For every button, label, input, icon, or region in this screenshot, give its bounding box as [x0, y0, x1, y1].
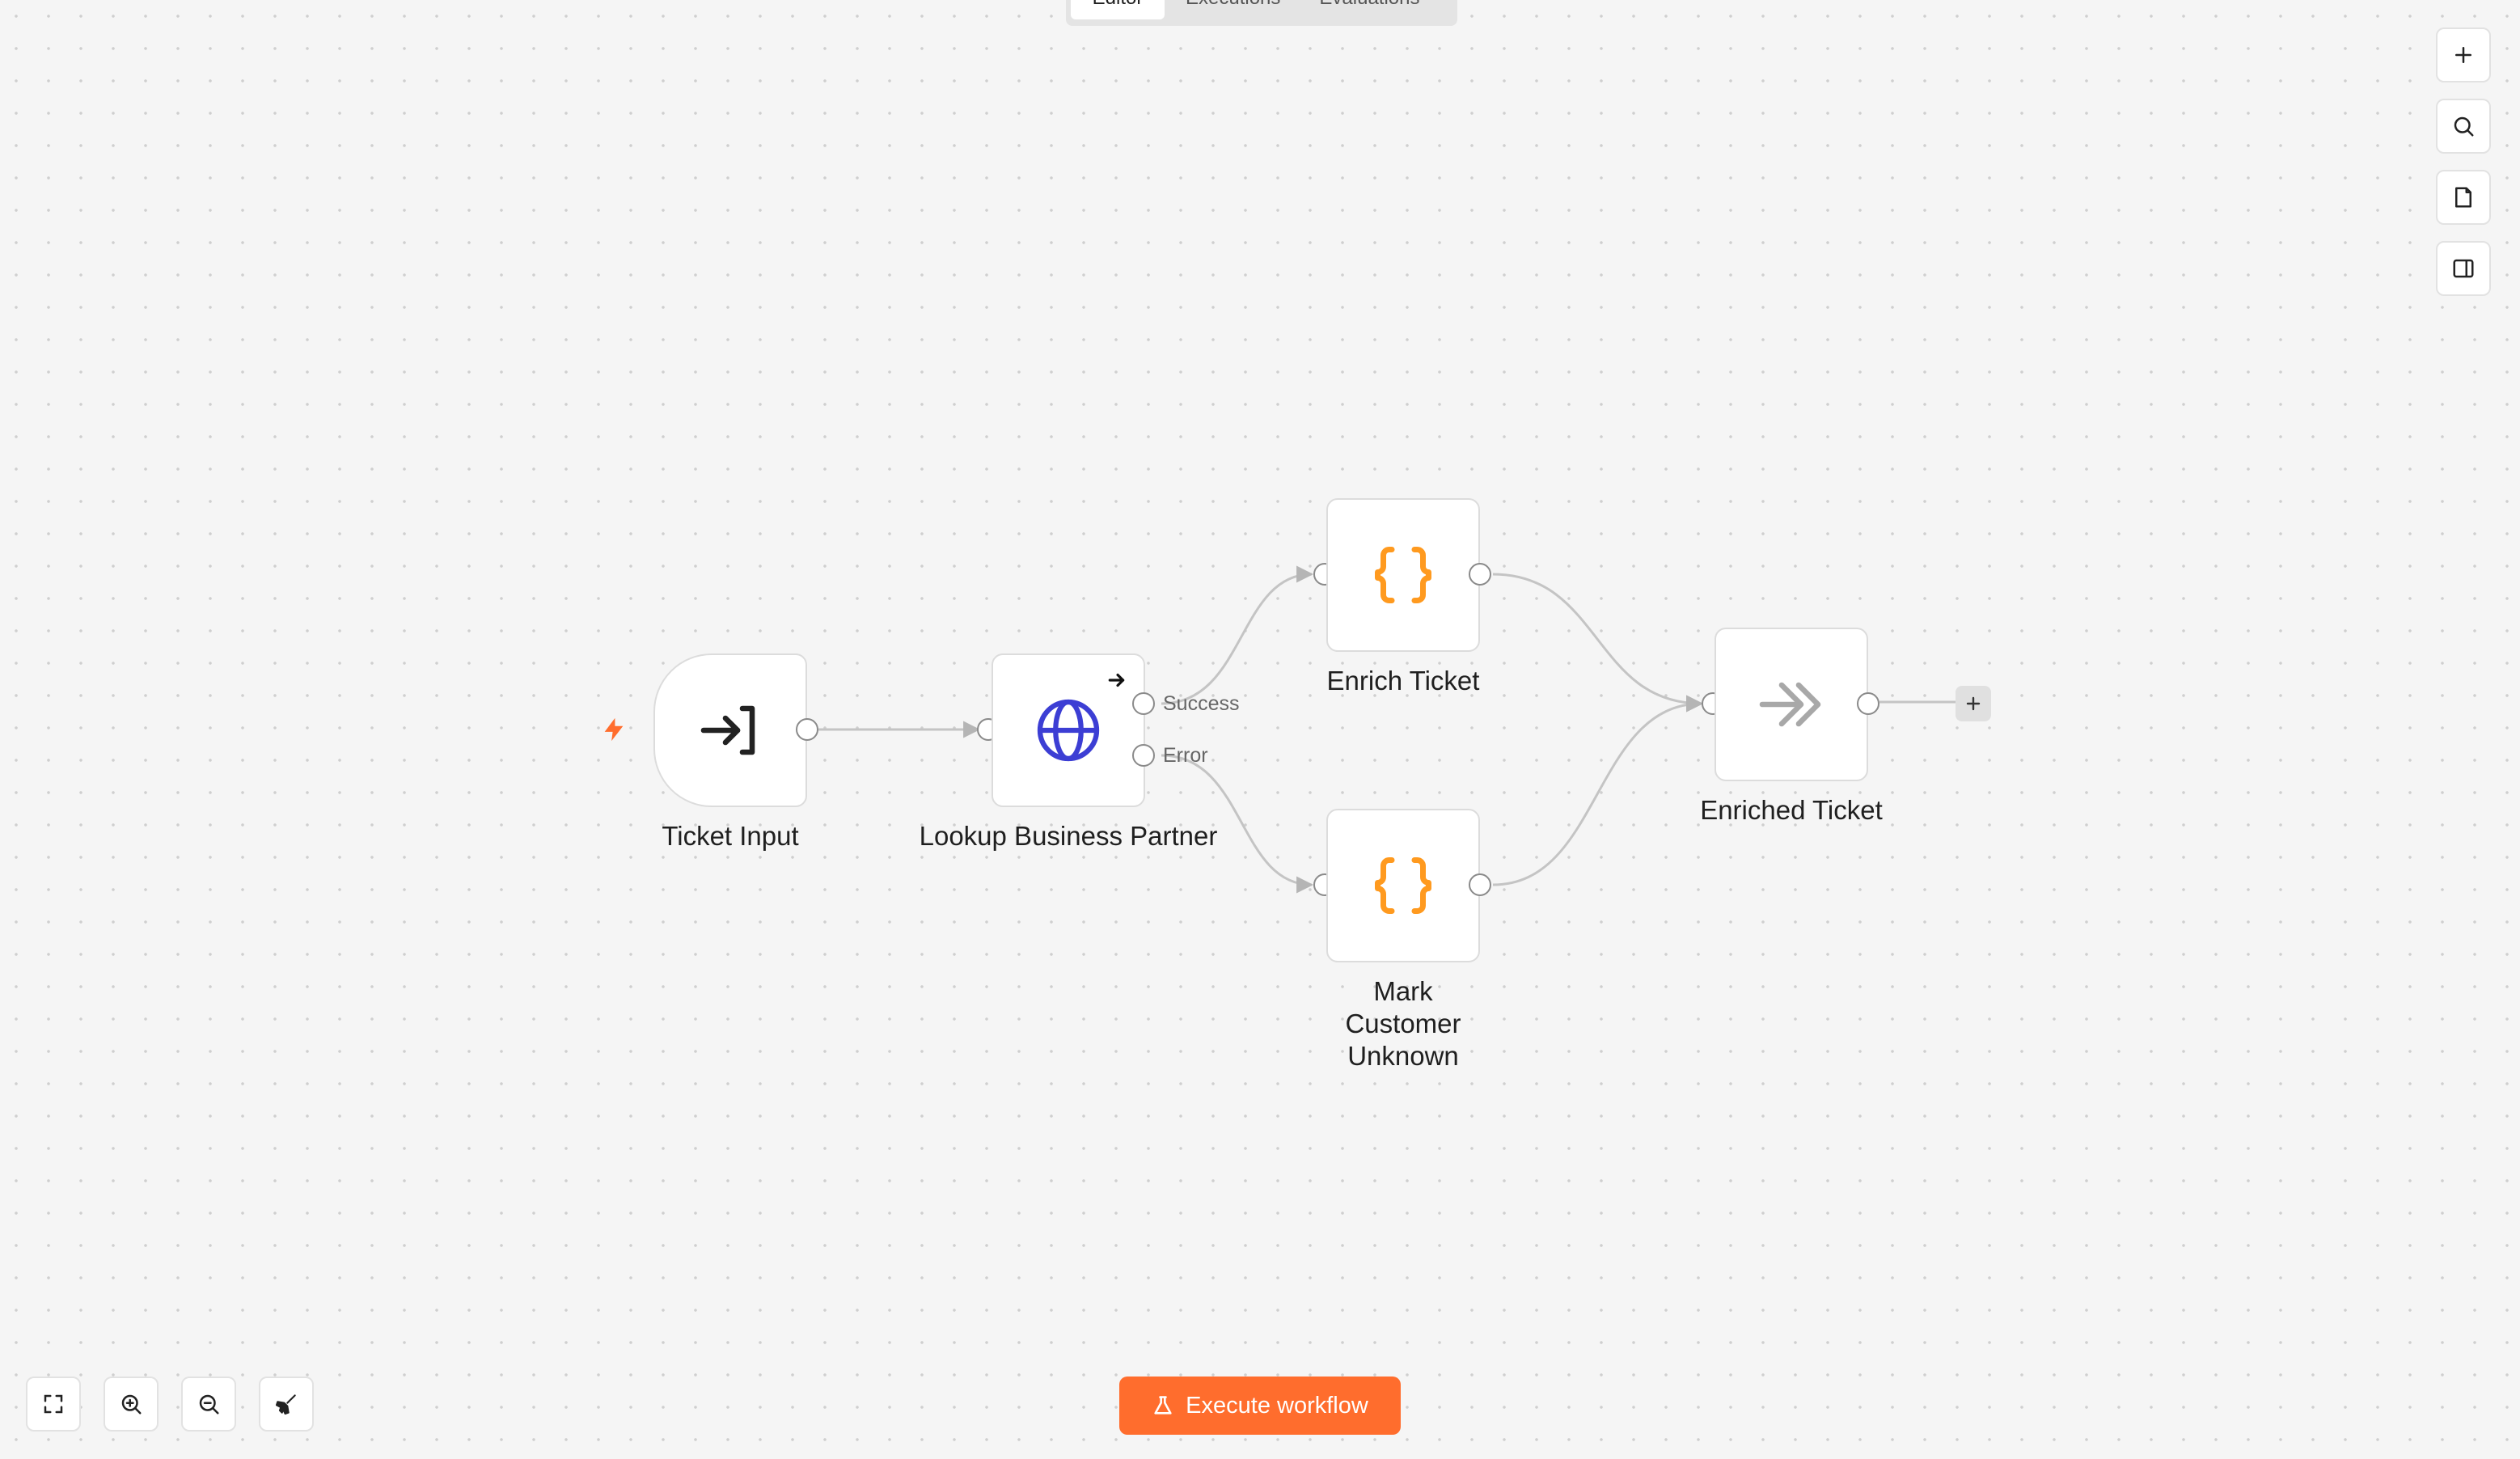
curly-braces-icon [1375, 547, 1431, 603]
node-enriched-ticket[interactable] [1715, 628, 1868, 781]
node-lookup-business-partner[interactable] [992, 653, 1145, 807]
double-chevron-right-icon [1759, 682, 1821, 727]
fit-view-icon [44, 1394, 63, 1414]
sign-in-arrow-icon [700, 705, 755, 755]
node-label: Enrich Ticket [1326, 666, 1480, 696]
node-label: Enriched Ticket [1700, 795, 1883, 825]
zoom-in-icon [121, 1394, 142, 1415]
fit-view-button[interactable] [26, 1377, 81, 1432]
node-output-handle[interactable] [1469, 873, 1491, 896]
connections-layer [818, 565, 1956, 894]
node-enrich-ticket[interactable] [1326, 498, 1480, 652]
broom-icon [275, 1394, 296, 1415]
output-handle-success[interactable] [1132, 692, 1155, 715]
curly-braces-icon [1375, 857, 1431, 914]
output-handle-error[interactable] [1132, 744, 1155, 767]
add-next-node-button[interactable] [1956, 686, 1991, 721]
zoom-in-button[interactable] [104, 1377, 159, 1432]
canvas-zoom-controls [26, 1377, 314, 1432]
tidy-up-button[interactable] [259, 1377, 314, 1432]
node-ticket-input[interactable] [653, 653, 807, 807]
node-output-handle[interactable] [1857, 692, 1879, 715]
zoom-out-icon [199, 1394, 219, 1415]
execute-workflow-button[interactable]: Execute workflow [1119, 1377, 1401, 1435]
node-label: Lookup Business Partner [919, 821, 1218, 851]
trigger-bolt-icon [604, 717, 624, 742]
zoom-out-button[interactable] [181, 1377, 236, 1432]
node-label: Ticket Input [662, 821, 799, 851]
globe-icon [1037, 699, 1100, 762]
node-output-handle[interactable] [796, 718, 818, 741]
output-label-error: Error [1163, 744, 1208, 767]
flask-icon [1154, 1396, 1172, 1415]
execute-workflow-label: Execute workflow [1186, 1392, 1368, 1419]
arrow-right-icon [1108, 673, 1125, 687]
node-label: Mark Customer Unknown [1345, 976, 1461, 1071]
plus-icon [1966, 696, 1981, 711]
node-output-handle[interactable] [1469, 563, 1491, 586]
node-mark-customer-unknown[interactable] [1326, 809, 1480, 962]
